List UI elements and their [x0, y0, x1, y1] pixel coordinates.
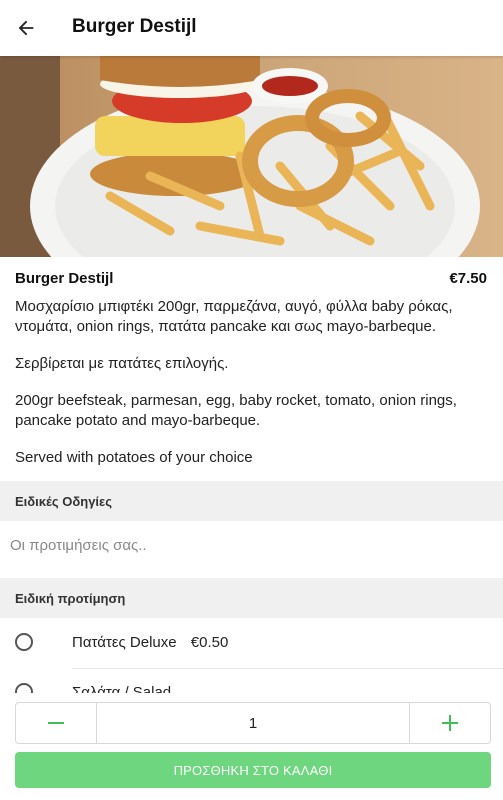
- minus-icon: [48, 722, 64, 724]
- radio-button[interactable]: [15, 633, 33, 651]
- arrow-left-icon: [18, 20, 34, 36]
- item-name: Burger Destijl: [15, 270, 114, 287]
- special-instructions-title: Ειδικές Οδηγίες: [15, 494, 112, 509]
- increase-quantity-button[interactable]: [410, 703, 490, 743]
- description-english-serving: Served with potatoes of your choice: [15, 449, 253, 466]
- description-english: 200gr beefsteak, parmesan, egg, baby roc…: [15, 392, 457, 429]
- special-instructions-input[interactable]: [0, 521, 503, 569]
- description-greek: Μοσχαρίσιο μπιφτέκι 200gr, παρμεζάνα, αυ…: [15, 298, 453, 335]
- product-image: [0, 56, 503, 257]
- item-description: Μοσχαρίσιο μπιφτέκι 200gr, παρμεζάνα, αυ…: [0, 297, 503, 468]
- item-details: Burger Destijl €7.50 Μοσχαρίσιο μπιφτέκι…: [0, 257, 503, 485]
- special-instructions-header: Ειδικές Οδηγίες: [0, 481, 503, 521]
- preference-option[interactable]: Πατάτες Deluxe €0.50: [0, 619, 503, 669]
- order-panel: 1 ΠΡΟΣΘΗΚΗ ΣΤΟ ΚΑΛΑΘΙ: [0, 693, 503, 800]
- app-bar: Burger Destijl: [0, 0, 503, 56]
- special-preference-title: Ειδική προτίμηση: [15, 591, 126, 606]
- quantity-value: 1: [96, 703, 410, 743]
- page-title: Burger Destijl: [72, 16, 197, 37]
- item-price: €7.50: [449, 270, 487, 287]
- quantity-stepper: 1: [15, 702, 491, 744]
- decrease-quantity-button[interactable]: [16, 703, 96, 743]
- add-to-cart-button[interactable]: ΠΡΟΣΘΗΚΗ ΣΤΟ ΚΑΛΑΘΙ: [15, 752, 491, 788]
- option-label: Πατάτες Deluxe: [72, 634, 177, 651]
- plus-icon: [442, 715, 458, 731]
- description-greek-serving: Σερβίρεται με πατάτες επιλογής.: [15, 355, 229, 372]
- item-header: Burger Destijl €7.50: [0, 257, 503, 297]
- special-preference-header: Ειδική προτίμηση: [0, 578, 503, 618]
- back-button[interactable]: [8, 10, 44, 46]
- option-price: €0.50: [190, 634, 229, 651]
